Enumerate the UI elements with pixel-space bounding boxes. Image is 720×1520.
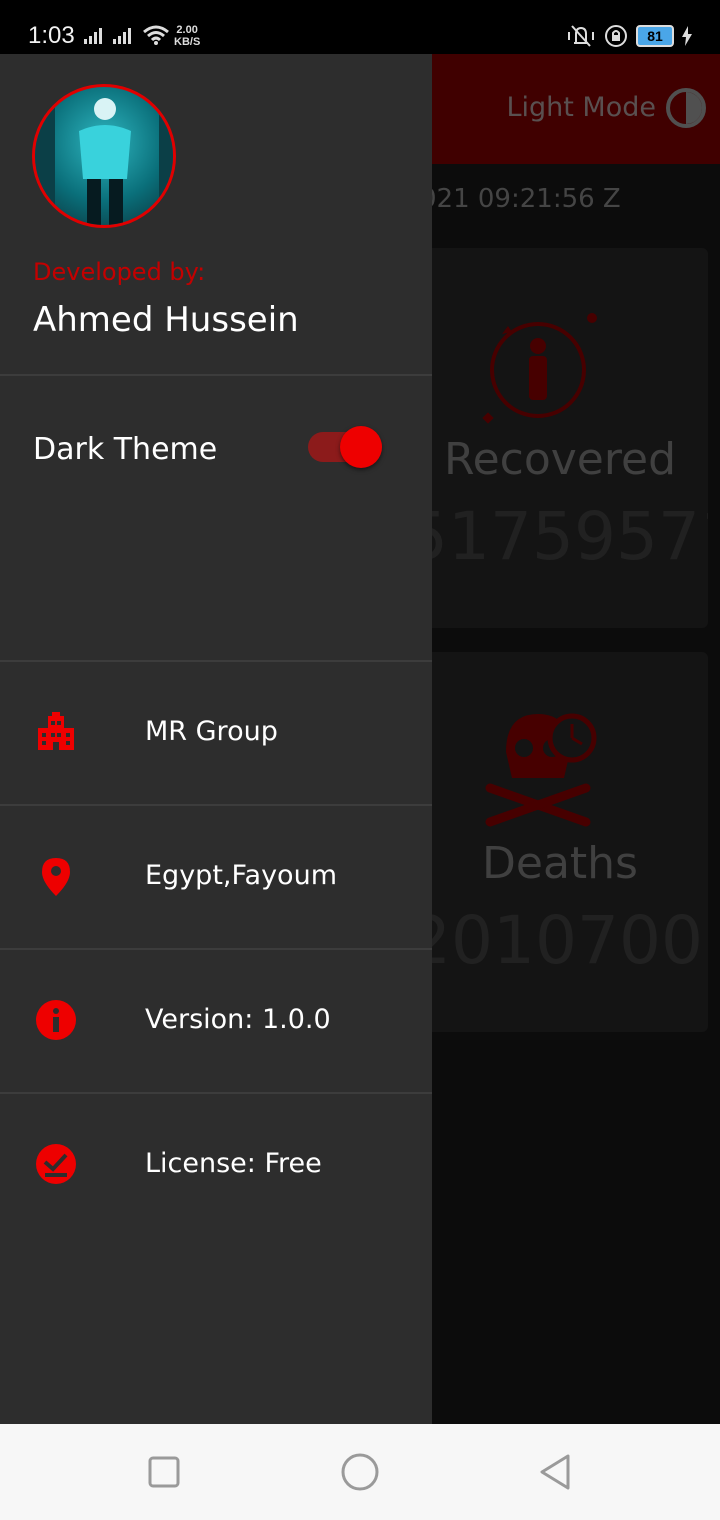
status-bar: 1:03 2.00 KB/S 81 — [0, 0, 720, 54]
divider — [0, 374, 432, 376]
wifi-icon — [143, 25, 169, 45]
back-triangle-icon[interactable] — [536, 1452, 576, 1492]
cell-signal-icon — [113, 28, 131, 44]
navigation-drawer: Developed by: Ahmed Hussein Dark Theme M… — [0, 54, 432, 1424]
developer-name: Ahmed Hussein — [33, 300, 299, 340]
network-rate-value: 2.00 — [176, 24, 198, 36]
home-circle-icon[interactable] — [340, 1452, 380, 1492]
toggle-knob — [340, 426, 382, 468]
recents-square-icon[interactable] — [144, 1452, 184, 1492]
developer-avatar — [32, 84, 176, 228]
menu-item-label: License: Free — [145, 1148, 322, 1179]
menu-item-location[interactable]: Egypt,Fayoum — [0, 806, 432, 948]
menu-item-label: Egypt,Fayoum — [145, 860, 337, 891]
info-icon — [36, 1000, 76, 1040]
cell-signal-icon — [84, 28, 102, 44]
menu-item-label: Version: 1.0.0 — [145, 1004, 331, 1035]
building-icon — [38, 712, 74, 750]
menu-item-company[interactable]: MR Group — [0, 662, 432, 804]
system-nav-bar — [0, 1424, 720, 1520]
menu-item-label: MR Group — [145, 716, 278, 747]
drawer-scrim[interactable] — [432, 54, 720, 1424]
status-time: 1:03 — [28, 22, 75, 49]
location-pin-icon — [42, 858, 70, 896]
battery-indicator: 81 — [636, 25, 674, 47]
menu-item-license[interactable]: License: Free — [0, 1094, 432, 1236]
developed-by-label: Developed by: — [33, 258, 206, 286]
dark-theme-label: Dark Theme — [33, 432, 218, 467]
dark-theme-toggle[interactable] — [308, 426, 382, 468]
vibrate-bell-icon — [568, 25, 594, 47]
network-rate: 2.00 KB/S — [174, 24, 200, 48]
person-photo-icon — [35, 87, 173, 225]
menu-item-version[interactable]: Version: 1.0.0 — [0, 950, 432, 1092]
lock-rotation-icon — [605, 25, 627, 47]
network-rate-unit: KB/S — [174, 36, 201, 48]
license-check-icon — [36, 1144, 76, 1184]
battery-level: 81 — [647, 28, 663, 44]
charging-bolt-icon — [682, 26, 692, 46]
